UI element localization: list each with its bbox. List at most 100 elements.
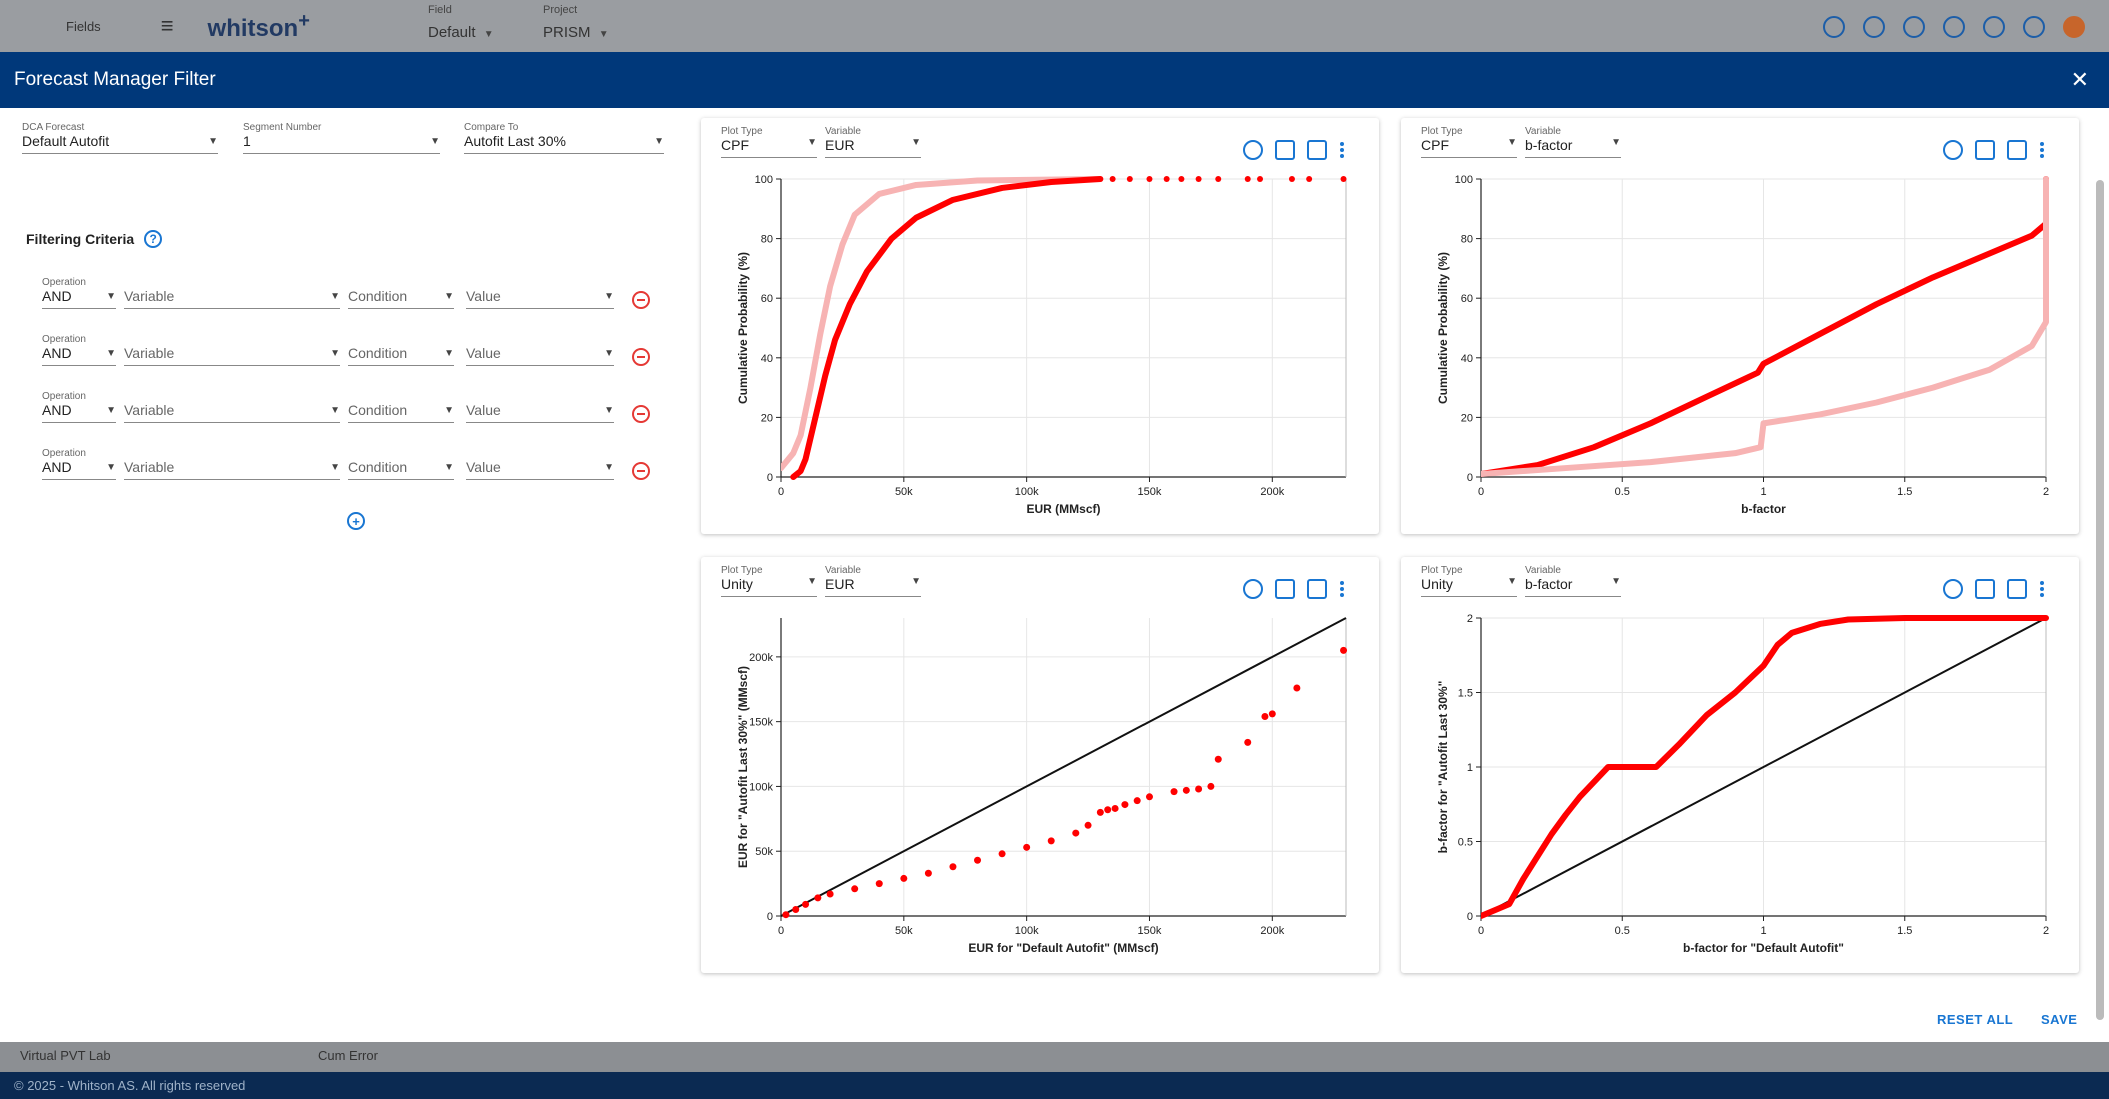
virtual-pvt-lab-select[interactable]: Virtual PVT Lab (20, 1048, 111, 1063)
table-icon[interactable] (1275, 140, 1295, 160)
more-vert-icon[interactable] (1339, 140, 1345, 160)
plot-type-select[interactable]: Plot Type Unity ▼ (721, 565, 817, 597)
remove-criteria-icon[interactable] (632, 462, 650, 480)
lasso-icon[interactable] (1243, 140, 1263, 160)
data-point (1306, 176, 1313, 182)
help-icon[interactable] (2023, 16, 2045, 38)
chart-svg[interactable]: 0 0.5 1 1.5 2 0 0.5 1 1.5 2 b-factor for "Default … (1401, 557, 2079, 973)
chart-svg[interactable]: 0 50k 100k 150k 200k 0 50k 100k 150k 200k EUR for … (701, 557, 1379, 973)
link-icon[interactable] (1863, 16, 1885, 38)
fullscreen-icon[interactable] (1307, 140, 1327, 160)
add-criteria-icon[interactable]: + (347, 512, 365, 530)
data-point (792, 906, 800, 914)
variable-select[interactable]: Variable b-factor ▼ (1525, 565, 1621, 597)
remove-criteria-icon[interactable] (632, 291, 650, 309)
menu-icon[interactable]: ≡ (161, 13, 174, 39)
close-icon[interactable]: ✕ (2071, 67, 2089, 93)
lasso-icon[interactable] (1943, 140, 1963, 160)
data-point (1182, 786, 1190, 794)
criteria-value-select[interactable]: Value ▼ (466, 277, 614, 309)
chevron-down-icon: ▼ (330, 404, 340, 416)
data-point (1047, 837, 1055, 845)
project-select[interactable]: Project PRISM ▼ (543, 4, 609, 41)
fields-label[interactable]: Fields (66, 19, 101, 34)
fullscreen-icon[interactable] (1307, 579, 1327, 599)
globe-icon[interactable] (1823, 16, 1845, 38)
chart-svg[interactable]: 0 0.5 1 1.5 2020406080100b-factorCumulative … (1401, 118, 2079, 534)
criteria-operation-select[interactable]: Operation AND ▼ (42, 334, 116, 366)
lasso-icon[interactable] (1943, 579, 1963, 599)
compare-to-select[interactable]: Compare To Autofit Last 30% ▼ (464, 122, 664, 154)
variable-select[interactable]: Variable EUR ▼ (825, 126, 921, 158)
reset-all-button[interactable]: RESET ALL (1937, 1012, 2013, 1027)
cum-error-checkbox[interactable]: Cum Error (318, 1048, 378, 1063)
remove-criteria-icon[interactable] (632, 348, 650, 366)
more-vert-icon[interactable] (2039, 579, 2045, 599)
criteria-condition-select[interactable]: Condition ▼ (348, 391, 454, 423)
scrollbar[interactable] (2096, 180, 2104, 1020)
lasso-icon[interactable] (1243, 579, 1263, 599)
y-tick-label: 80 (761, 234, 773, 246)
data-point (1215, 176, 1222, 182)
data-point (875, 880, 883, 888)
fullscreen-icon[interactable] (2007, 579, 2027, 599)
chevron-down-icon: ▼ (330, 461, 340, 473)
field-select[interactable]: Field Default ▼ (428, 4, 494, 41)
data-point (1163, 176, 1170, 182)
modal-title: Forecast Manager Filter (14, 69, 216, 90)
y-tick-label: 20 (761, 412, 773, 424)
more-vert-icon[interactable] (1339, 579, 1345, 599)
criteria-variable-select[interactable]: Variable ▼ (124, 448, 340, 480)
y-axis-title: EUR for "Autofit Last 30%" (MMscf) (736, 666, 750, 868)
criteria-value-select[interactable]: Value ▼ (466, 334, 614, 366)
x-tick-label: 0 (1478, 925, 1484, 937)
criteria-condition-select[interactable]: Condition ▼ (348, 334, 454, 366)
temperature-icon[interactable] (1943, 16, 1965, 38)
criteria-operation-select[interactable]: Operation AND ▼ (42, 391, 116, 423)
y-tick-label: 2 (1467, 613, 1473, 625)
x-tick-label: 100k (1015, 486, 1039, 498)
plot-type-select[interactable]: Plot Type Unity ▼ (1421, 565, 1517, 597)
data-point (1072, 829, 1080, 837)
variable-select[interactable]: Variable b-factor ▼ (1525, 126, 1621, 158)
avatar[interactable] (2063, 16, 2085, 38)
data-point (782, 911, 790, 919)
criteria-condition-select[interactable]: Condition ▼ (348, 448, 454, 480)
chevron-down-icon: ▼ (911, 137, 921, 148)
help-icon[interactable]: ? (144, 230, 163, 248)
data-point (1214, 755, 1222, 763)
table-icon[interactable] (1275, 579, 1295, 599)
y-tick-label: 1.5 (1458, 688, 1473, 700)
variable-select[interactable]: Variable EUR ▼ (825, 565, 921, 597)
criteria-variable-select[interactable]: Variable ▼ (124, 277, 340, 309)
chat-icon[interactable] (1983, 16, 2005, 38)
data-point (1207, 782, 1215, 790)
plot-type-select[interactable]: Plot Type CPF ▼ (721, 126, 817, 158)
data-point (1146, 176, 1153, 182)
criteria-operation-select[interactable]: Operation AND ▼ (42, 277, 116, 309)
table-icon[interactable] (1975, 140, 1995, 160)
criteria-value-select[interactable]: Value ▼ (466, 391, 614, 423)
table-icon[interactable] (1975, 579, 1995, 599)
modal-header: Forecast Manager Filter ✕ (0, 52, 2109, 108)
dca-forecast-select[interactable]: DCA Forecast Default Autofit ▼ (22, 122, 218, 154)
criteria-variable-select[interactable]: Variable ▼ (124, 391, 340, 423)
save-button[interactable]: SAVE (2041, 1012, 2077, 1027)
criteria-variable-select[interactable]: Variable ▼ (124, 334, 340, 366)
unity-line (1481, 617, 2047, 917)
x-axis-title: EUR (MMscf) (1027, 502, 1101, 516)
plot-type-select[interactable]: Plot Type CPF ▼ (1421, 126, 1517, 158)
download-icon[interactable] (1903, 16, 1925, 38)
criteria-condition-select[interactable]: Condition ▼ (348, 277, 454, 309)
chevron-down-icon: ▼ (1507, 137, 1517, 148)
fullscreen-icon[interactable] (2007, 140, 2027, 160)
chart-card-unity-bfactor: Plot Type Unity ▼ Variable b-factor ▼ 0 0.5 1 1.5… (1401, 557, 2079, 973)
criteria-value-select[interactable]: Value ▼ (466, 448, 614, 480)
data-point (1340, 646, 1348, 654)
remove-criteria-icon[interactable] (632, 405, 650, 423)
chart-svg[interactable]: 0 50k 100k 150k 200k 0 20 40 60 80 100 EUR (MMscf) C… (701, 118, 1379, 534)
criteria-operation-select[interactable]: Operation AND ▼ (42, 448, 116, 480)
more-vert-icon[interactable] (2039, 140, 2045, 160)
unity-line (781, 617, 1347, 917)
segment-number-select[interactable]: Segment Number 1 ▼ (243, 122, 440, 154)
